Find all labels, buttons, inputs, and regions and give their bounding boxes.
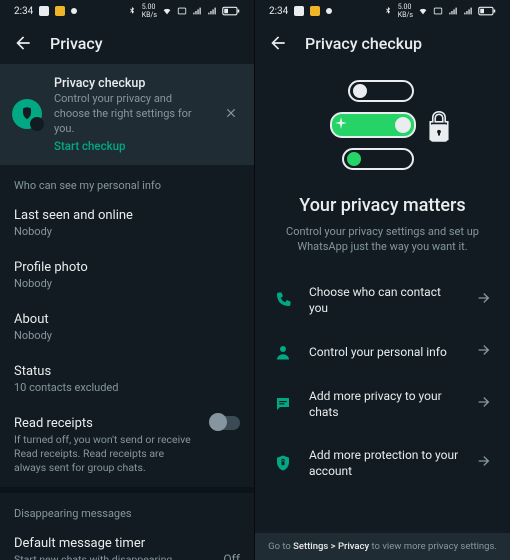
wifi-icon bbox=[162, 6, 172, 16]
checkup-item-label: Add more privacy to your chats bbox=[309, 388, 460, 420]
app-bar: Privacy bbox=[0, 22, 254, 64]
item-value: 10 contacts excluded bbox=[14, 381, 240, 394]
screen-title: Privacy checkup bbox=[305, 34, 422, 53]
chat-icon bbox=[273, 394, 293, 414]
checkup-item-account[interactable]: Add more protection to your account bbox=[255, 434, 510, 492]
default-timer-item[interactable]: Default message timer Start new chats wi… bbox=[0, 526, 254, 560]
network-label: 5.00KB/s bbox=[142, 3, 157, 19]
footer-post: to view more privacy settings. bbox=[369, 541, 497, 552]
start-checkup-link[interactable]: Start checkup bbox=[54, 139, 208, 153]
footer-pre: Go to bbox=[268, 541, 293, 552]
chevron-right-icon bbox=[476, 394, 492, 414]
volte-icon bbox=[433, 6, 443, 16]
status-indicator-icon bbox=[39, 6, 49, 16]
item-desc: If turned off, you won't send or receive… bbox=[14, 433, 194, 476]
lock-icon bbox=[424, 110, 454, 146]
screen-title: Privacy bbox=[50, 34, 103, 53]
footer-link[interactable]: Settings > Privacy bbox=[293, 541, 369, 552]
signal-icon bbox=[192, 6, 202, 16]
status-dot-icon bbox=[71, 8, 77, 14]
item-title: About bbox=[14, 312, 240, 327]
status-bar: 2:34 5.00KB/s bbox=[0, 0, 254, 22]
close-icon bbox=[224, 106, 238, 120]
bluetooth-icon bbox=[383, 6, 393, 16]
arrow-left-icon bbox=[13, 33, 33, 53]
profile-photo-item[interactable]: Profile photo Nobody bbox=[0, 250, 254, 302]
last-seen-item[interactable]: Last seen and online Nobody bbox=[0, 198, 254, 250]
chevron-right-icon bbox=[476, 342, 492, 362]
privacy-checkup-screen: 2:34 5.00KB/s Privacy checkup bbox=[255, 0, 510, 560]
phone-icon bbox=[273, 290, 293, 310]
item-desc: Start new chats with disappearing messag… bbox=[14, 553, 184, 560]
person-icon bbox=[273, 342, 293, 362]
read-receipts-toggle[interactable] bbox=[210, 416, 240, 430]
status-time: 2:34 bbox=[14, 6, 33, 17]
status-bar: 2:34 5.00KB/s bbox=[255, 0, 510, 22]
section-disappearing: Disappearing messages bbox=[0, 493, 254, 526]
battery-icon bbox=[478, 6, 496, 16]
timer-value: Off bbox=[223, 552, 240, 560]
back-button[interactable] bbox=[12, 32, 34, 54]
battery-icon bbox=[222, 6, 240, 16]
chevron-right-icon bbox=[476, 290, 492, 310]
checkup-heading: Your privacy matters bbox=[255, 195, 510, 216]
item-title: Default message timer bbox=[14, 536, 223, 551]
section-personal-info: Who can see my personal info bbox=[0, 165, 254, 198]
network-label: 5.00KB/s bbox=[398, 3, 413, 19]
item-value: Nobody bbox=[14, 225, 240, 238]
checkup-item-chats[interactable]: Add more privacy to your chats bbox=[255, 375, 510, 433]
shield-lock-icon bbox=[273, 453, 293, 473]
privacy-illustration bbox=[308, 72, 458, 187]
item-value: Nobody bbox=[14, 277, 240, 290]
app-bar: Privacy checkup bbox=[255, 22, 510, 64]
status-app-icon bbox=[310, 6, 320, 16]
signal2-icon bbox=[207, 6, 217, 16]
wifi-icon bbox=[418, 6, 428, 16]
footer-hint: Go to Settings > Privacy to view more pr… bbox=[255, 533, 510, 560]
checkup-item-label: Control your personal info bbox=[309, 344, 460, 360]
read-receipts-item[interactable]: Read receipts If turned off, you won't s… bbox=[0, 406, 254, 488]
item-value: Nobody bbox=[14, 329, 240, 342]
back-button[interactable] bbox=[267, 32, 289, 54]
privacy-checkup-card[interactable]: Privacy checkup Control your privacy and… bbox=[0, 64, 254, 165]
signal2-icon bbox=[463, 6, 473, 16]
card-subtitle: Control your privacy and choose the righ… bbox=[54, 92, 208, 137]
checkup-item-personal[interactable]: Control your personal info bbox=[255, 329, 510, 375]
volte-icon bbox=[177, 6, 187, 16]
sparkle-icon bbox=[334, 116, 348, 130]
checkup-subtitle: Control your privacy settings and set up… bbox=[283, 224, 482, 255]
close-card-button[interactable] bbox=[220, 101, 242, 128]
status-dot-icon bbox=[326, 8, 332, 14]
item-title: Last seen and online bbox=[14, 208, 240, 223]
checkup-item-contact[interactable]: Choose who can contact you bbox=[255, 271, 510, 329]
status-time: 2:34 bbox=[269, 6, 288, 17]
item-title: Profile photo bbox=[14, 260, 240, 275]
item-title: Read receipts bbox=[14, 416, 93, 431]
privacy-badge-icon bbox=[12, 99, 42, 129]
arrow-left-icon bbox=[268, 33, 288, 53]
item-title: Status bbox=[14, 364, 240, 379]
about-item[interactable]: About Nobody bbox=[0, 302, 254, 354]
status-app-icon bbox=[55, 6, 65, 16]
status-item[interactable]: Status 10 contacts excluded bbox=[0, 354, 254, 406]
status-indicator-icon bbox=[294, 6, 304, 16]
bluetooth-icon bbox=[127, 6, 137, 16]
signal-icon bbox=[448, 6, 458, 16]
checkup-item-label: Add more protection to your account bbox=[309, 447, 460, 479]
checkup-item-label: Choose who can contact you bbox=[309, 284, 460, 316]
card-title: Privacy checkup bbox=[54, 76, 208, 91]
chevron-right-icon bbox=[476, 453, 492, 473]
privacy-screen: 2:34 5.00KB/s Privacy Privacy checkup Co bbox=[0, 0, 255, 560]
